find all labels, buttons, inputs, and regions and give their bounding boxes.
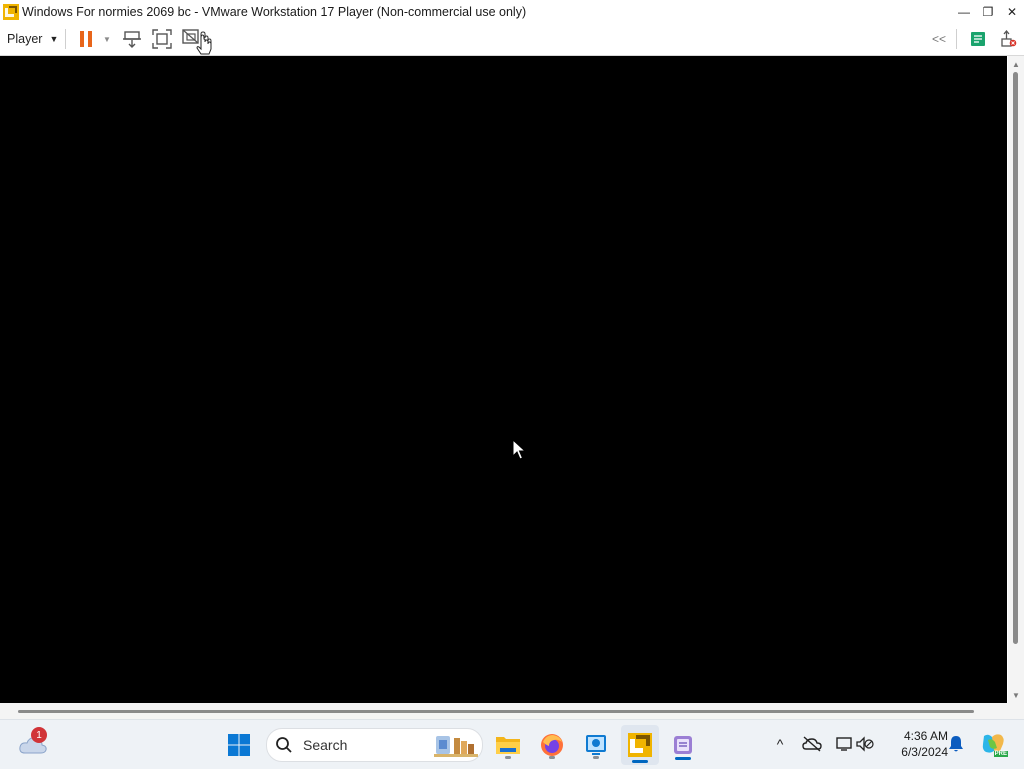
fullscreen-icon <box>152 29 172 49</box>
start-icon <box>228 734 250 756</box>
removable-devices-icon <box>1001 30 1017 47</box>
onedrive-offline-icon <box>802 736 822 752</box>
minimize-button[interactable]: — <box>952 0 976 23</box>
taskbar-firefox[interactable] <box>537 728 567 762</box>
windows-taskbar: 1 Search ^ 4:36 AM 6/3/2024 PRE <box>0 719 1024 769</box>
weather-widget[interactable]: 1 <box>16 727 50 759</box>
pause-dropdown-button[interactable]: ▼ <box>100 28 114 50</box>
close-button[interactable]: ✕ <box>1000 0 1024 23</box>
vm-display[interactable] <box>0 56 1007 703</box>
message-log-icon <box>971 32 985 46</box>
search-highlight-icon <box>434 736 478 757</box>
mouse-cursor-icon <box>512 439 526 460</box>
system-clock[interactable]: 4:36 AM 6/3/2024 <box>886 728 948 760</box>
clock-time: 4:36 AM <box>903 729 948 743</box>
toolbar-divider <box>956 29 957 49</box>
restore-button[interactable]: ❐ <box>976 0 1000 23</box>
hand-pointer-icon <box>196 34 212 55</box>
player-menu-label: Player <box>7 32 43 46</box>
tray-overflow-button[interactable]: ^ <box>770 734 790 754</box>
tray-network-volume[interactable] <box>832 734 878 754</box>
taskbar-quick-assist[interactable] <box>581 728 611 762</box>
search-placeholder: Search <box>303 737 348 753</box>
scrollbar-thumb[interactable] <box>18 710 974 713</box>
send-ctrl-alt-del-button[interactable] <box>121 28 143 50</box>
fullscreen-button[interactable] <box>151 28 173 50</box>
start-button[interactable] <box>224 730 254 760</box>
search-icon <box>276 737 292 753</box>
pause-button[interactable] <box>76 28 96 50</box>
bell-icon <box>949 736 963 752</box>
send-ctrl-alt-del-icon <box>123 31 141 48</box>
active-indicator <box>632 760 648 763</box>
taskbar-notepad[interactable] <box>667 728 699 762</box>
active-indicator <box>675 757 691 760</box>
chevron-up-icon: ^ <box>776 736 784 752</box>
horizontal-scrollbar[interactable] <box>0 703 1024 719</box>
clock-date: 6/3/2024 <box>901 745 948 759</box>
volume-muted-icon <box>856 736 874 752</box>
scroll-up-icon[interactable]: ▲ <box>1012 60 1020 69</box>
running-indicator <box>549 756 555 759</box>
player-menu-button[interactable]: Player ▼ <box>3 28 62 50</box>
taskbar-file-explorer[interactable] <box>493 728 523 762</box>
double-chevron-left-icon: << <box>931 32 946 46</box>
copilot-button[interactable]: PRE <box>978 730 1008 758</box>
running-indicator <box>505 756 511 759</box>
search-input[interactable]: Search <box>266 728 483 762</box>
firefox-icon <box>541 734 563 756</box>
window-title: Windows For normies 2069 bc - VMware Wor… <box>22 4 527 19</box>
chevron-down-icon: ▼ <box>49 34 59 44</box>
file-explorer-icon <box>496 737 520 754</box>
player-toolbar: Player ▼ ▼ << <box>0 23 1024 56</box>
running-indicator <box>593 756 599 759</box>
vertical-scrollbar[interactable]: ▲ ▼ <box>1008 56 1024 703</box>
notification-badge: 1 <box>31 727 47 743</box>
vmware-player-icon <box>628 733 652 757</box>
message-log-button[interactable] <box>967 28 989 50</box>
scrollbar-thumb[interactable] <box>1013 72 1018 644</box>
notifications-button[interactable] <box>946 734 966 754</box>
copilot-badge: PRE <box>993 751 1008 757</box>
title-bar: Windows For normies 2069 bc - VMware Wor… <box>0 0 1024 23</box>
toolbar-divider <box>65 29 66 49</box>
quick-assist-icon <box>586 735 606 755</box>
scroll-down-icon[interactable]: ▼ <box>1012 691 1020 700</box>
taskbar-vmware-player[interactable] <box>621 725 659 765</box>
pause-icon <box>80 31 92 47</box>
unity-bar-toggle[interactable]: << <box>928 28 950 50</box>
chevron-down-icon: ▼ <box>103 34 111 44</box>
tray-onedrive[interactable] <box>800 734 824 754</box>
vmware-logo-icon <box>3 3 19 20</box>
removable-devices-button[interactable] <box>997 28 1019 50</box>
network-icon <box>836 737 852 751</box>
notepad-icon <box>674 736 692 754</box>
